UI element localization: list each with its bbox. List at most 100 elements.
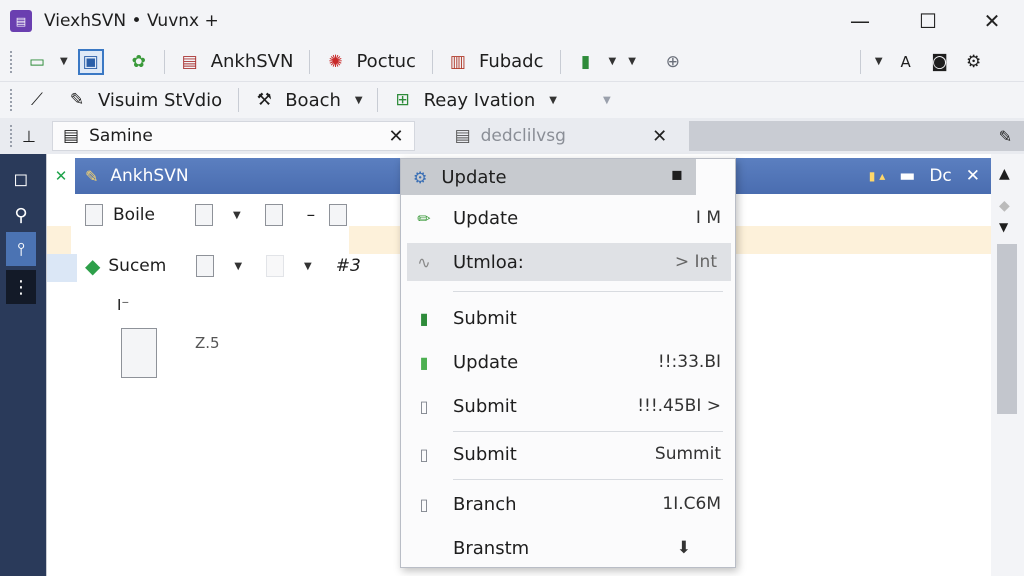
menu-item-submit-3[interactable]: ▯ Submit Summit — [401, 435, 735, 473]
close-window-button[interactable]: ✕ — [960, 0, 1024, 42]
visual-studio-button[interactable]: Visuim StVdio — [98, 90, 222, 111]
toolbar-separator — [431, 49, 433, 74]
menu-item-branstm[interactable]: Branstm ⬇ — [401, 529, 735, 567]
font-icon[interactable]: A — [893, 49, 919, 75]
panel-close-button[interactable]: ✕ — [966, 166, 980, 186]
file-icon — [194, 204, 213, 226]
file-add-dropdown[interactable]: ▼ — [609, 56, 617, 67]
tab-samine[interactable]: ▤ Samine ✕ — [52, 121, 415, 151]
list-item[interactable]: Boile ▼ – — [85, 204, 357, 226]
list-item[interactable]: I⁻ — [117, 296, 129, 314]
menu-separator — [453, 291, 723, 292]
item-label: I⁻ — [117, 296, 130, 314]
file-icon — [196, 255, 215, 277]
comment-icon[interactable]: ◻ — [6, 162, 36, 196]
item-label: Z.5 — [195, 334, 220, 352]
globe-icon[interactable]: ⊕ — [660, 49, 686, 75]
scroll-down-icon[interactable]: ▼ — [999, 220, 1008, 234]
file-icon — [329, 204, 348, 226]
tools-icon[interactable]: ✎ — [64, 87, 90, 113]
menu-item-submit[interactable]: ▮ Submit — [401, 299, 735, 337]
toolbar2-overflow-dropdown[interactable]: ▼ — [603, 95, 611, 106]
list-item[interactable]: Z.5 — [121, 328, 220, 378]
context-menu: ⚙ Update ◼ ✏ Update I M ∿ Utmloa: > Int … — [400, 158, 736, 568]
file-icon: ▯ — [419, 396, 429, 416]
book-icon[interactable]: ▥ — [445, 49, 471, 75]
new-file-icon[interactable]: ▭ — [24, 49, 50, 75]
save-icon[interactable]: ▣ — [77, 48, 104, 75]
menu-item-utmloa[interactable]: ∿ Utmloa: > Int — [407, 243, 731, 281]
poctuc-button[interactable]: Poctuc — [356, 51, 415, 72]
menu-separator — [453, 479, 723, 480]
pin-icon[interactable]: ⊥ — [22, 127, 36, 146]
branch-icon[interactable]: ⚒ — [251, 87, 277, 113]
menu-item-update[interactable]: ✏ Update I M — [401, 199, 735, 237]
menu-item-submit-2[interactable]: ▯ Submit !!!.45BI > — [401, 387, 735, 425]
minimize-button[interactable]: — — [828, 0, 892, 42]
pen-icon[interactable]: ✎ — [999, 127, 1012, 146]
toolbar-grip[interactable] — [10, 50, 14, 73]
bookmark-icon[interactable]: ◼ — [671, 167, 683, 183]
toolbar-separator — [238, 88, 240, 112]
bug-icon[interactable]: ✺ — [322, 49, 348, 75]
toolbar-separator — [559, 49, 561, 74]
main-toolbar: ▭ ▼ ▣ ✿ ▤ AnkhSVN ✺ Poctuc ▥ Fubadc ▮ ▼ … — [0, 42, 1024, 82]
item-dropdown[interactable]: ▼ — [304, 261, 312, 272]
scroll-thumb[interactable] — [997, 244, 1017, 414]
plugin-icon[interactable]: ✿ — [126, 49, 152, 75]
diamond-icon: ◆ — [999, 198, 1010, 214]
more-icon[interactable]: ⋮ — [6, 270, 36, 304]
maximize-button[interactable]: ☐ — [896, 0, 960, 42]
ankhsvn-button[interactable]: AnkhSVN — [211, 51, 294, 72]
item-tag: #3 — [335, 256, 361, 276]
menu-item-branch[interactable]: ▯ Branch 1I.C6M — [401, 485, 735, 523]
ready-ivation-button[interactable]: Reay Ivation — [424, 90, 536, 111]
scroll-up-icon[interactable]: ▲ — [999, 166, 1010, 182]
hierarchy-icon[interactable]: ⚲ — [6, 198, 36, 232]
pencil-icon: ✏ — [417, 208, 431, 228]
item-dropdown[interactable]: ▼ — [234, 261, 242, 272]
file-icon: ▯ — [419, 494, 429, 514]
panel-controls: ▮ ▴ ▬ Dc ✕ — [869, 158, 980, 194]
branch-button[interactable]: Boach — [285, 90, 341, 111]
title-bar: ▤ ViexhSVN • Vuvnx + — ☐ ✕ — [0, 0, 1024, 42]
menu-separator — [453, 431, 723, 432]
panel-check-icon[interactable]: ✕ — [47, 158, 75, 194]
file-icon — [264, 204, 283, 226]
file-green-icon: ▮ — [419, 308, 429, 328]
secondary-toolbar: ⟋ ✎ Visuim StVdio ⚒ Boach ▼ ⊞ Reay Ivati… — [0, 82, 1024, 118]
overflow-dropdown[interactable]: ▼ — [875, 56, 883, 67]
close-tab-button[interactable]: ✕ — [652, 126, 667, 147]
tab-second[interactable]: ▤ dedclilvsg ✕ — [445, 121, 678, 151]
panel-minimize-button[interactable]: ▬ — [899, 166, 915, 186]
repo-icon[interactable]: ▤ — [177, 49, 203, 75]
repository-icon[interactable]: ⊞ — [390, 87, 416, 113]
new-file-dropdown[interactable]: ▼ — [60, 56, 68, 67]
wand-icon[interactable]: ⟋ — [24, 87, 50, 113]
item-dash: – — [306, 205, 316, 225]
close-tab-button[interactable]: ✕ — [388, 126, 403, 147]
file-add-icon[interactable]: ▮ — [573, 49, 599, 75]
settings-icon[interactable]: ⚙ — [961, 49, 987, 75]
toolbar-separator — [309, 49, 311, 74]
tab-label: dedclilvsg — [480, 126, 566, 146]
ready-dropdown[interactable]: ▼ — [549, 95, 557, 106]
account-icon[interactable]: ◙ — [927, 49, 953, 75]
merge-icon[interactable]: ⫯ — [6, 232, 36, 266]
file-green-icon: ▮ — [419, 352, 429, 372]
menu-item-update-2[interactable]: ▮ Update !!:33.BI — [401, 343, 735, 381]
app-icon: ▤ — [10, 10, 32, 32]
more-dropdown[interactable]: ▼ — [628, 56, 636, 67]
list-item[interactable]: ◆ Sucem ▼ ▼ #3 — [85, 254, 361, 278]
branch-dropdown[interactable]: ▼ — [355, 95, 363, 106]
fubadc-button[interactable]: Fubadc — [479, 51, 544, 72]
vertical-scrollbar[interactable]: ▲ ◆ ▼ — [991, 154, 1024, 576]
context-menu-header[interactable]: ⚙ Update — [401, 159, 696, 195]
item-dropdown[interactable]: ▼ — [233, 210, 241, 221]
panel-dock-button[interactable]: Dc — [929, 166, 951, 186]
arrow-down-icon: ⬇ — [676, 538, 691, 558]
file-icon — [121, 328, 157, 378]
toolbar-grip[interactable] — [10, 89, 14, 111]
tab-grip — [10, 125, 14, 147]
row-selected-band — [47, 254, 77, 282]
